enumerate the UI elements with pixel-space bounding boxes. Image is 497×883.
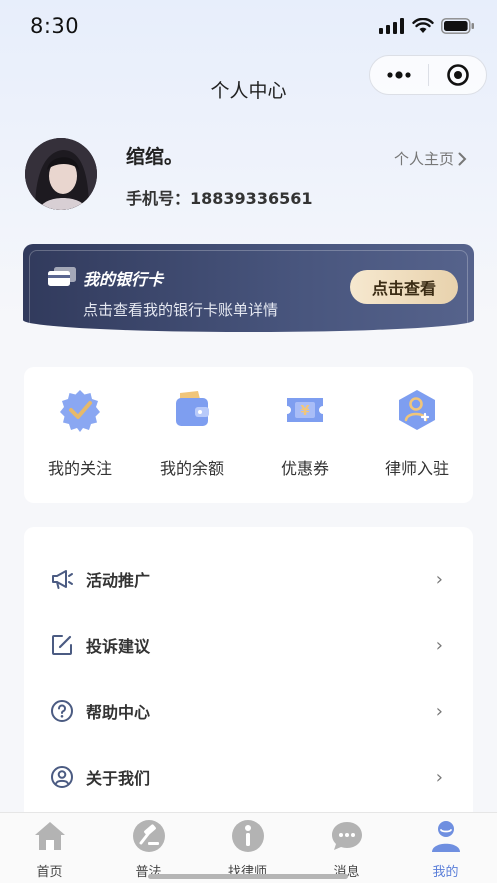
quick-action-balance[interactable]: 我的余额: [136, 387, 248, 479]
menu-item-complaints[interactable]: 投诉建议 ›: [24, 615, 473, 675]
gavel-icon: [132, 820, 165, 852]
close-button[interactable]: [429, 56, 486, 94]
edit-icon: [50, 633, 74, 657]
quick-action-following[interactable]: 我的关注: [24, 387, 136, 479]
home-icon: [34, 822, 65, 850]
bank-card-subtitle: 点击查看我的银行卡账单详情: [83, 301, 279, 319]
tab-find-lawyer[interactable]: 找律师: [198, 819, 297, 880]
quick-action-label: 我的关注: [47, 459, 112, 478]
view-bank-card-button[interactable]: 点击查看: [350, 270, 458, 304]
user-circle-icon: [50, 765, 74, 789]
menu-list: 活动推广 › 投诉建议 › 帮助中心 › 关于我们 ›: [24, 527, 473, 827]
avatar[interactable]: [25, 138, 97, 210]
quick-action-label: 优惠券: [280, 459, 329, 478]
quick-actions-card: 我的关注 我的余额 ¥ 优惠券 律师入驻: [24, 367, 473, 503]
quick-action-lawyer-register[interactable]: 律师入驻: [361, 387, 473, 479]
menu-item-label: 投诉建议: [86, 637, 151, 656]
menu-item-help-center[interactable]: 帮助中心 ›: [24, 681, 473, 741]
coupon-icon: ¥: [287, 398, 323, 422]
menu-item-label: 活动推广: [86, 571, 151, 590]
megaphone-icon: [50, 567, 74, 591]
status-time: 8:30: [30, 14, 80, 38]
bank-card-banner[interactable]: 我的银行卡 点击查看我的银行卡账单详情 点击查看: [23, 244, 474, 332]
battery-icon: [441, 18, 474, 34]
help-icon: [50, 699, 74, 723]
chevron-right-icon: ›: [435, 568, 443, 590]
tab-label: 我的: [432, 865, 459, 880]
user-phone: 手机号：18839336561: [126, 185, 312, 209]
mini-program-capsule: [369, 55, 487, 95]
quick-action-coupons[interactable]: ¥ 优惠券: [249, 387, 361, 479]
quick-action-label: 我的余额: [159, 459, 224, 478]
chevron-right-icon: [458, 152, 467, 165]
profile-icon: [431, 821, 460, 852]
phone-number: 18839336561: [190, 189, 313, 208]
menu-item-promotion[interactable]: 活动推广 ›: [24, 549, 473, 609]
bank-card-icon: [48, 267, 76, 286]
tab-mine[interactable]: 我的: [396, 819, 495, 880]
signal-icon: [379, 18, 404, 34]
more-button[interactable]: [370, 56, 428, 94]
user-name: 绾绾。: [126, 146, 184, 168]
menu-item-label: 关于我们: [86, 769, 151, 788]
chevron-right-icon: ›: [435, 634, 443, 656]
homepage-link[interactable]: 个人主页: [394, 148, 467, 169]
status-bar: 8:30: [0, 0, 497, 54]
menu-item-about-us[interactable]: 关于我们 ›: [24, 747, 473, 807]
tab-messages[interactable]: 消息: [297, 819, 396, 880]
message-icon: [331, 822, 362, 850]
phone-label: 手机号：: [126, 189, 191, 208]
wallet-icon: [176, 391, 209, 426]
home-indicator: [148, 874, 348, 879]
svg-text:¥: ¥: [300, 404, 309, 419]
homepage-link-label: 个人主页: [393, 150, 454, 168]
tab-law-education[interactable]: 普法: [99, 819, 198, 880]
quick-action-label: 律师入驻: [384, 459, 449, 478]
close-circle-icon: [446, 64, 469, 86]
chevron-right-icon: ›: [435, 700, 443, 722]
wifi-icon: [412, 18, 434, 33]
avatar-image: [25, 138, 97, 210]
menu-item-label: 帮助中心: [86, 703, 151, 722]
tab-label: 首页: [36, 865, 63, 880]
badge-check-icon: [60, 390, 100, 432]
chevron-right-icon: ›: [435, 766, 443, 788]
lawyer-icon: [231, 820, 264, 852]
lawyer-register-icon: [399, 390, 435, 430]
status-icons: [379, 18, 475, 34]
tab-home[interactable]: 首页: [0, 819, 99, 880]
more-dots-icon: [387, 71, 411, 79]
tab-bar: 首页 普法 找律师 消息 我的: [0, 812, 497, 883]
bank-card-title: 我的银行卡: [83, 270, 164, 289]
